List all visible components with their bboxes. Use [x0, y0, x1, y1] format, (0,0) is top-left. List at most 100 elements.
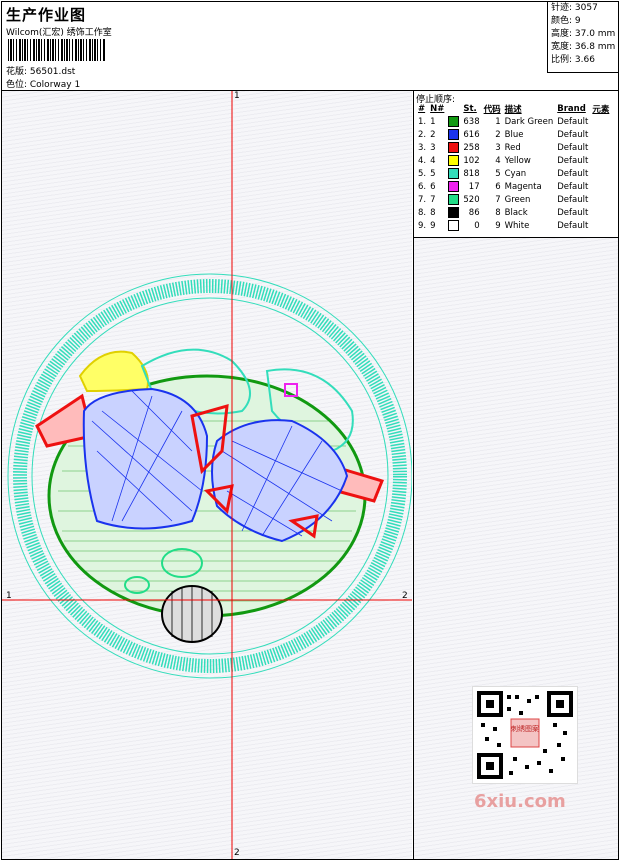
row-stitches: 616 — [463, 129, 480, 140]
row-element — [590, 115, 611, 128]
row-index: 7. — [418, 194, 427, 205]
color-count: 颜色: 9 — [551, 16, 581, 26]
color-swatch — [448, 207, 460, 218]
row-brand: Default — [557, 168, 589, 179]
color-swatch — [448, 168, 460, 179]
qr-code-graphic: 刺绣图案 — [477, 691, 573, 779]
color-swatch — [448, 220, 460, 231]
table-row: 1. 1 638 1 Dark Green Default — [416, 115, 611, 128]
row-stitches: 86 — [468, 207, 480, 218]
row-stitches: 102 — [463, 155, 480, 166]
col-element: 元素 — [592, 105, 610, 115]
col-index: # — [418, 104, 426, 114]
design-canvas[interactable]: 1 2 1 2 — [2, 91, 413, 859]
row-code: 5 — [495, 168, 501, 179]
color-swatch — [448, 142, 460, 153]
row-stitches: 818 — [463, 168, 480, 179]
col-needle: N# — [430, 104, 445, 114]
qr-badge-text: 刺绣图案 — [511, 724, 539, 733]
row-element — [590, 219, 611, 232]
col-code: 代码 — [483, 105, 501, 115]
row-index: 6. — [418, 181, 427, 192]
row-needle: 6 — [430, 181, 436, 192]
row-needle: 8 — [430, 207, 436, 218]
row-code: 9 — [495, 220, 501, 231]
company-name: Wilcom(汇宏) 绣饰工作室 — [6, 28, 112, 38]
qr-code: 刺绣图案 — [472, 686, 578, 784]
table-row: 4. 4 102 4 Yellow Default — [416, 154, 611, 167]
row-needle: 7 — [430, 194, 436, 205]
design-file: 花版: 56501.dst — [6, 67, 76, 77]
row-description: Cyan — [504, 168, 527, 179]
row-description: Blue — [504, 129, 524, 140]
table-row: 9. 9 0 9 White Default — [416, 219, 611, 232]
row-index: 9. — [418, 220, 427, 231]
production-sheet: 生产作业图 Wilcom(汇宏) 绣饰工作室 花版: 56501.dst 色位:… — [1, 1, 619, 860]
row-index: 4. — [418, 155, 427, 166]
stop-sequence-table: # N# St. 代码 描述 Brand 元素 1. 1 638 1 Dark Gree… — [416, 103, 611, 232]
site-watermark: 6xiu.com — [474, 791, 566, 812]
design-height: 高度: 37.0 mm — [551, 29, 616, 39]
row-element — [590, 128, 611, 141]
row-index: 8. — [418, 207, 427, 218]
row-needle: 1 — [430, 116, 436, 127]
design-stats: 针迹: 3057 颜色: 9 高度: 37.0 mm 宽度: 36.8 mm 比… — [547, 2, 619, 73]
color-swatch — [448, 116, 460, 127]
row-description: Black — [504, 207, 528, 218]
barcode — [8, 39, 106, 61]
axis-label-top: 1 — [234, 91, 240, 101]
row-code: 6 — [495, 181, 501, 192]
axis-label-left: 1 — [6, 591, 12, 601]
table-row: 3. 3 258 3 Red Default — [416, 141, 611, 154]
table-header-row: # N# St. 代码 描述 Brand 元素 — [416, 103, 611, 115]
row-brand: Default — [557, 129, 589, 140]
col-stitches: St. — [463, 104, 477, 114]
row-element — [590, 167, 611, 180]
color-swatch — [448, 155, 460, 166]
row-swatch — [446, 167, 461, 180]
row-index: 5. — [418, 168, 427, 179]
row-swatch — [446, 219, 461, 232]
row-needle: 4 — [430, 155, 436, 166]
row-needle: 5 — [430, 168, 436, 179]
table-row: 2. 2 616 2 Blue Default — [416, 128, 611, 141]
row-element — [590, 193, 611, 206]
stop-sequence-panel: 停止顺序: # N# St. 代码 描述 Brand 元素 1. 1 638 1 Dar… — [414, 91, 618, 238]
side-panel: 停止顺序: # N# St. 代码 描述 Brand 元素 1. 1 638 1 Dar… — [414, 91, 618, 859]
row-swatch — [446, 206, 461, 219]
embroidery-preview — [2, 91, 413, 859]
row-element — [590, 180, 611, 193]
table-row: 6. 6 17 6 Magenta Default — [416, 180, 611, 193]
row-index: 2. — [418, 129, 427, 140]
axis-label-bottom: 2 — [234, 848, 240, 858]
color-swatch — [448, 129, 460, 140]
row-code: 4 — [495, 155, 501, 166]
colorway: 色位: Colorway 1 — [6, 80, 81, 90]
row-brand: Default — [557, 207, 589, 218]
row-brand: Default — [557, 116, 589, 127]
row-swatch — [446, 180, 461, 193]
color-swatch — [448, 181, 460, 192]
row-brand: Default — [557, 194, 589, 205]
row-stitches: 520 — [463, 194, 480, 205]
row-swatch — [446, 115, 461, 128]
row-code: 7 — [495, 194, 501, 205]
row-description: Magenta — [504, 181, 542, 192]
row-code: 3 — [495, 142, 501, 153]
row-brand: Default — [557, 220, 589, 231]
row-element — [590, 154, 611, 167]
row-description: Dark Green — [504, 116, 554, 127]
row-description: Yellow — [504, 155, 531, 166]
row-description: White — [504, 220, 530, 231]
row-description: Green — [504, 194, 531, 205]
row-swatch — [446, 154, 461, 167]
col-description: 描述 — [504, 105, 522, 115]
row-index: 1. — [418, 116, 427, 127]
row-needle: 9 — [430, 220, 436, 231]
design-width: 宽度: 36.8 mm — [551, 42, 616, 52]
row-brand: Default — [557, 142, 589, 153]
col-brand: Brand — [557, 104, 586, 114]
sheet-title: 生产作业图 — [6, 6, 87, 24]
design-scale: 比例: 3.66 — [551, 55, 595, 65]
table-row: 5. 5 818 5 Cyan Default — [416, 167, 611, 180]
